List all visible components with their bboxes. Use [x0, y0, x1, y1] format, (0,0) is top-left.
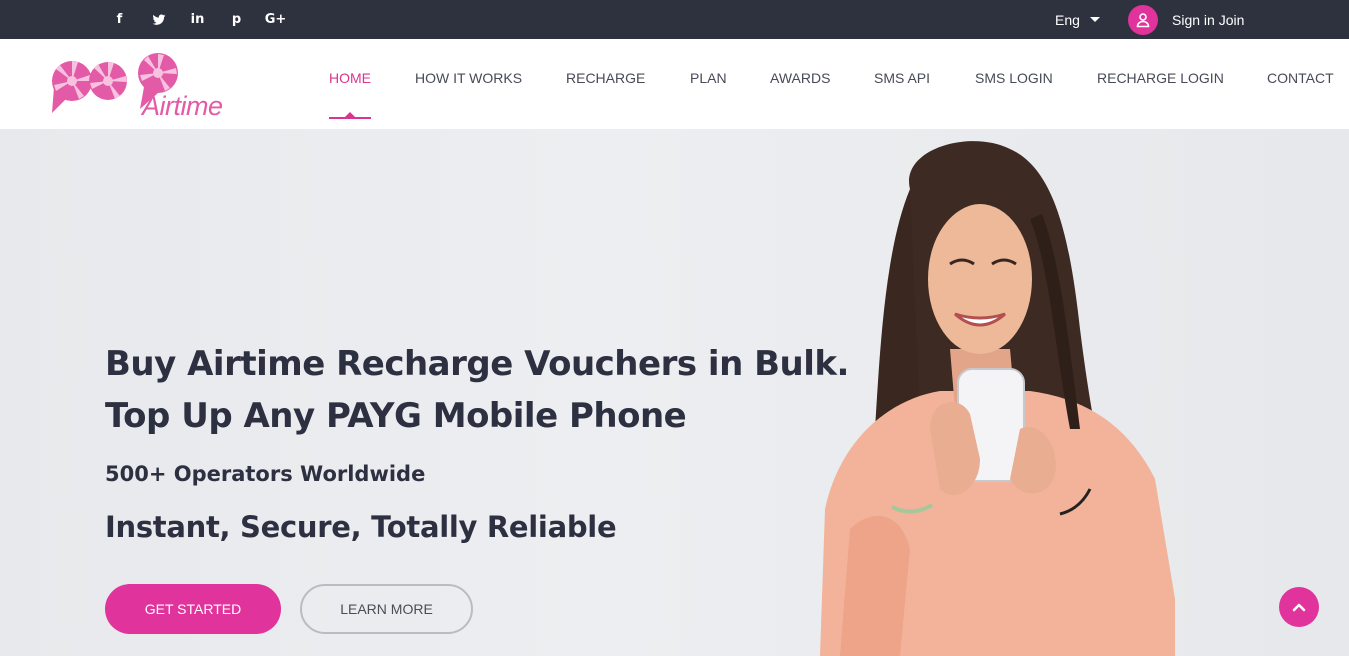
chevron-up-icon — [1292, 603, 1306, 612]
pinterest-icon[interactable]: p — [217, 0, 256, 39]
user-icon — [1128, 4, 1158, 35]
hero-headline-1: Buy Airtime Recharge Vouchers in Bulk. — [105, 344, 849, 384]
caret-down-icon — [1089, 17, 1100, 22]
hero-headline-2: Top Up Any PAYG Mobile Phone — [105, 396, 687, 436]
main-nav: HOME HOW IT WORKS RECHARGE PLAN AWARDS S… — [0, 39, 1349, 129]
nav-plan[interactable]: PLAN — [690, 70, 727, 86]
nav-how-it-works[interactable]: HOW IT WORKS — [415, 70, 522, 86]
hero-tagline: Instant, Secure, Totally Reliable — [105, 510, 617, 544]
nav-contact[interactable]: CONTACT — [1267, 70, 1334, 86]
top-bar: f in p G+ Eng Sign in Join — [0, 0, 1349, 39]
signin-link[interactable]: Sign in Join — [1128, 0, 1244, 39]
google-plus-icon[interactable]: G+ — [256, 0, 295, 39]
main-navbar: Airtime HOME HOW IT WORKS RECHARGE PLAN … — [0, 39, 1349, 129]
nav-sms-api[interactable]: SMS API — [874, 70, 930, 86]
nav-sms-login[interactable]: SMS LOGIN — [975, 70, 1053, 86]
linkedin-icon[interactable]: in — [178, 0, 217, 39]
twitter-icon[interactable] — [139, 0, 178, 39]
nav-awards[interactable]: AWARDS — [770, 70, 830, 86]
active-nav-indicator — [329, 112, 371, 119]
nav-recharge[interactable]: RECHARGE — [566, 70, 645, 86]
scroll-to-top-button[interactable] — [1279, 587, 1319, 627]
hero-woman-with-phone-image — [820, 141, 1175, 656]
signin-label: Sign in Join — [1172, 11, 1245, 28]
learn-more-button[interactable]: LEARN MORE — [300, 584, 473, 634]
nav-home[interactable]: HOME — [329, 70, 371, 86]
hero-section: Buy Airtime Recharge Vouchers in Bulk. T… — [0, 129, 1349, 656]
facebook-icon[interactable]: f — [100, 0, 139, 39]
social-links: f in p G+ — [100, 0, 295, 39]
hero-subheadline: 500+ Operators Worldwide — [105, 462, 426, 486]
language-label: Eng — [1055, 11, 1080, 28]
nav-recharge-login[interactable]: RECHARGE LOGIN — [1097, 70, 1224, 86]
language-selector[interactable]: Eng — [1055, 0, 1100, 39]
get-started-button[interactable]: GET STARTED — [105, 584, 281, 634]
